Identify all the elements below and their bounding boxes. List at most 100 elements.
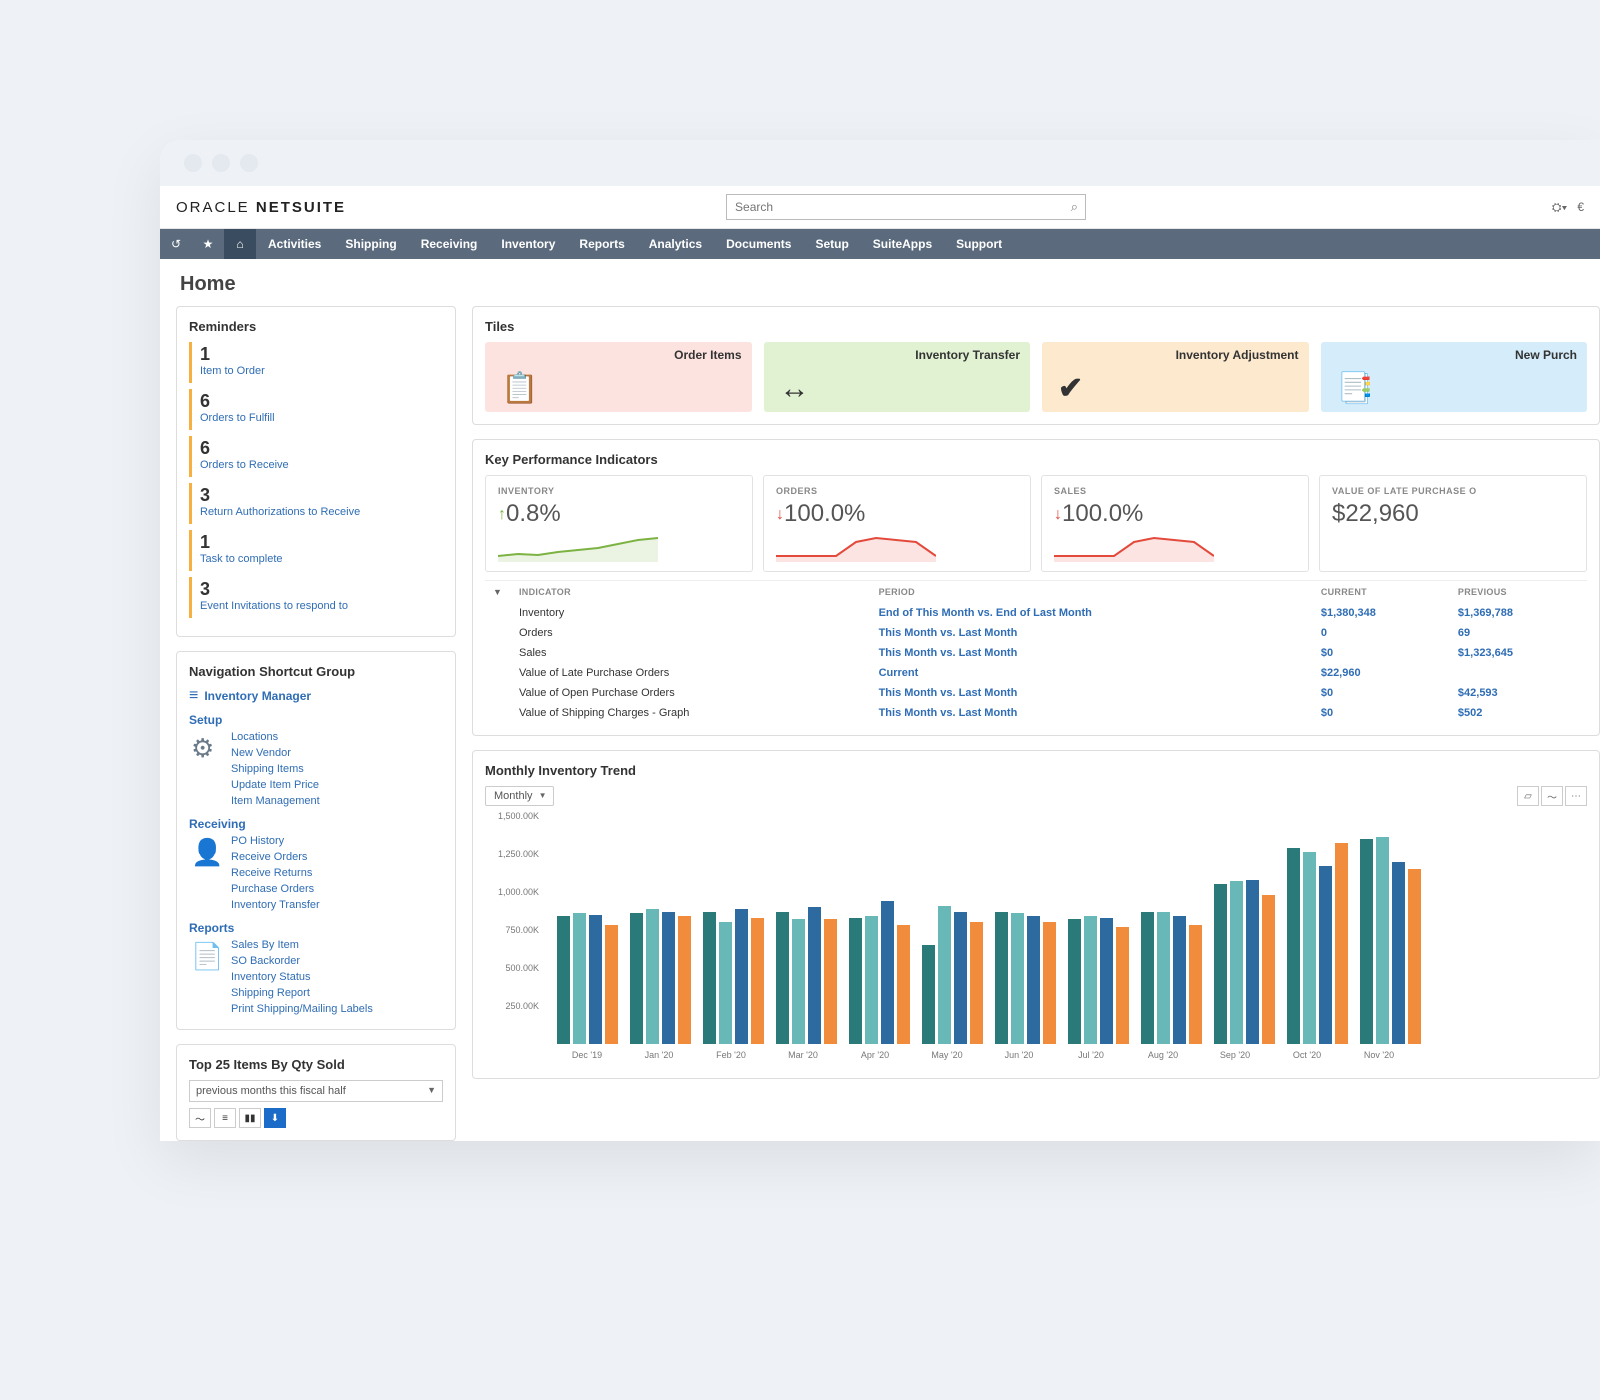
nav-item-inventory[interactable]: Inventory xyxy=(489,237,567,251)
bar[interactable] xyxy=(1116,927,1129,1044)
reminder-item[interactable]: 6Orders to Receive xyxy=(189,436,443,477)
nsg-link[interactable]: Print Shipping/Mailing Labels xyxy=(231,1001,373,1017)
nsg-link[interactable]: Receive Orders xyxy=(231,849,320,865)
view-bar-icon[interactable]: ▮▮ xyxy=(239,1108,261,1128)
help-icon[interactable]: ⛭▾ xyxy=(1552,200,1567,215)
nsg-link[interactable]: Shipping Report xyxy=(231,985,373,1001)
nav-item-setup[interactable]: Setup xyxy=(803,237,860,251)
kpi-card-value of late purchase o[interactable]: VALUE OF LATE PURCHASE O$22,960 xyxy=(1319,475,1587,572)
bar[interactable] xyxy=(1173,916,1186,1044)
bar[interactable] xyxy=(1043,922,1056,1044)
bar[interactable] xyxy=(1011,913,1024,1044)
bar[interactable] xyxy=(897,925,910,1044)
nav-item-support[interactable]: Support xyxy=(944,237,1014,251)
bar[interactable] xyxy=(719,922,732,1044)
tile-new-purch[interactable]: 📑New Purch xyxy=(1321,342,1588,412)
bar[interactable] xyxy=(1214,884,1227,1044)
kpi-row[interactable]: Value of Shipping Charges - GraphThis Mo… xyxy=(485,703,1587,723)
bar[interactable] xyxy=(678,916,691,1044)
tile-inventory-transfer[interactable]: ↔Inventory Transfer xyxy=(764,342,1031,412)
nsg-link[interactable]: Shipping Items xyxy=(231,761,320,777)
nav-item-analytics[interactable]: Analytics xyxy=(637,237,714,251)
download-icon[interactable]: ⬇ xyxy=(264,1108,286,1128)
kpi-row[interactable]: OrdersThis Month vs. Last Month069 xyxy=(485,623,1587,643)
nsg-link[interactable]: Item Management xyxy=(231,793,320,809)
bar[interactable] xyxy=(881,901,894,1044)
bar[interactable] xyxy=(1246,880,1259,1044)
bar[interactable] xyxy=(573,913,586,1044)
search-input[interactable] xyxy=(726,194,1086,220)
bar[interactable] xyxy=(792,919,805,1044)
bar[interactable] xyxy=(970,922,983,1044)
bar[interactable] xyxy=(1068,919,1081,1044)
bar[interactable] xyxy=(1189,925,1202,1044)
nsg-role[interactable]: ≡ Inventory Manager xyxy=(189,687,443,705)
bar[interactable] xyxy=(1157,912,1170,1044)
bar[interactable] xyxy=(1287,848,1300,1044)
kpi-row[interactable]: InventoryEnd of This Month vs. End of La… xyxy=(485,603,1587,623)
reminder-item[interactable]: 6Orders to Fulfill xyxy=(189,389,443,430)
top25-filter[interactable]: previous months this fiscal half ▼ xyxy=(189,1080,443,1102)
bar[interactable] xyxy=(849,918,862,1044)
nav-item-documents[interactable]: Documents xyxy=(714,237,803,251)
search-icon[interactable]: ⌕ xyxy=(1071,199,1078,215)
bar[interactable] xyxy=(646,909,659,1044)
bar[interactable] xyxy=(605,925,618,1044)
bar[interactable] xyxy=(630,913,643,1044)
nsg-link[interactable]: Receive Returns xyxy=(231,865,320,881)
nsg-link[interactable]: Purchase Orders xyxy=(231,881,320,897)
expand-icon[interactable]: ▼ xyxy=(493,587,502,597)
chart-line-icon[interactable]: 〜 xyxy=(1541,786,1563,806)
bar[interactable] xyxy=(1262,895,1275,1044)
chart-area-icon[interactable]: ▱ xyxy=(1517,786,1539,806)
bar[interactable] xyxy=(1084,916,1097,1044)
bar[interactable] xyxy=(1376,837,1389,1044)
nav-item-reports[interactable]: Reports xyxy=(567,237,636,251)
nsg-link[interactable]: Update Item Price xyxy=(231,777,320,793)
home-icon[interactable]: ⌂ xyxy=(224,229,256,259)
kpi-row[interactable]: Value of Open Purchase OrdersThis Month … xyxy=(485,683,1587,703)
nav-item-activities[interactable]: Activities xyxy=(256,237,333,251)
nsg-link[interactable]: New Vendor xyxy=(231,745,320,761)
bar[interactable] xyxy=(865,916,878,1044)
nav-item-suiteapps[interactable]: SuiteApps xyxy=(861,237,944,251)
kpi-card-inventory[interactable]: INVENTORY↑0.8% xyxy=(485,475,753,572)
bar[interactable] xyxy=(1303,852,1316,1044)
kpi-row[interactable]: Value of Late Purchase OrdersCurrent$22,… xyxy=(485,663,1587,683)
nav-item-receiving[interactable]: Receiving xyxy=(409,237,490,251)
nsg-link[interactable]: Sales By Item xyxy=(231,937,373,953)
kpi-row[interactable]: SalesThis Month vs. Last Month$0$1,323,6… xyxy=(485,643,1587,663)
bar[interactable] xyxy=(1319,866,1332,1044)
bar[interactable] xyxy=(589,915,602,1044)
reminder-item[interactable]: 1Task to complete xyxy=(189,530,443,571)
bar[interactable] xyxy=(1360,839,1373,1044)
bar[interactable] xyxy=(1408,869,1421,1044)
bar[interactable] xyxy=(954,912,967,1044)
kpi-card-orders[interactable]: ORDERS↓100.0% xyxy=(763,475,1031,572)
bar[interactable] xyxy=(1335,843,1348,1044)
reminder-item[interactable]: 3Return Authorizations to Receive xyxy=(189,483,443,524)
bar[interactable] xyxy=(557,916,570,1044)
history-icon[interactable]: ↺ xyxy=(160,229,192,259)
nsg-link[interactable]: PO History xyxy=(231,833,320,849)
view-line-icon[interactable]: 〜 xyxy=(189,1108,211,1128)
bar[interactable] xyxy=(735,909,748,1044)
bar[interactable] xyxy=(922,945,935,1044)
bar[interactable] xyxy=(824,919,837,1044)
tile-inventory-adjustment[interactable]: ✔Inventory Adjustment xyxy=(1042,342,1309,412)
nsg-link[interactable]: SO Backorder xyxy=(231,953,373,969)
bar[interactable] xyxy=(1027,916,1040,1044)
bar[interactable] xyxy=(662,912,675,1044)
globe-icon[interactable]: € xyxy=(1577,200,1584,214)
reminder-item[interactable]: 1Item to Order xyxy=(189,342,443,383)
nsg-link[interactable]: Locations xyxy=(231,729,320,745)
tile-order-items[interactable]: 📋Order Items xyxy=(485,342,752,412)
reminder-item[interactable]: 3Event Invitations to respond to xyxy=(189,577,443,618)
bar[interactable] xyxy=(703,912,716,1044)
kpi-card-sales[interactable]: SALES↓100.0% xyxy=(1041,475,1309,572)
bar[interactable] xyxy=(1141,912,1154,1044)
nav-item-shipping[interactable]: Shipping xyxy=(333,237,408,251)
nsg-link[interactable]: Inventory Transfer xyxy=(231,897,320,913)
view-list-icon[interactable]: ≡ xyxy=(214,1108,236,1128)
star-icon[interactable]: ★ xyxy=(192,229,224,259)
